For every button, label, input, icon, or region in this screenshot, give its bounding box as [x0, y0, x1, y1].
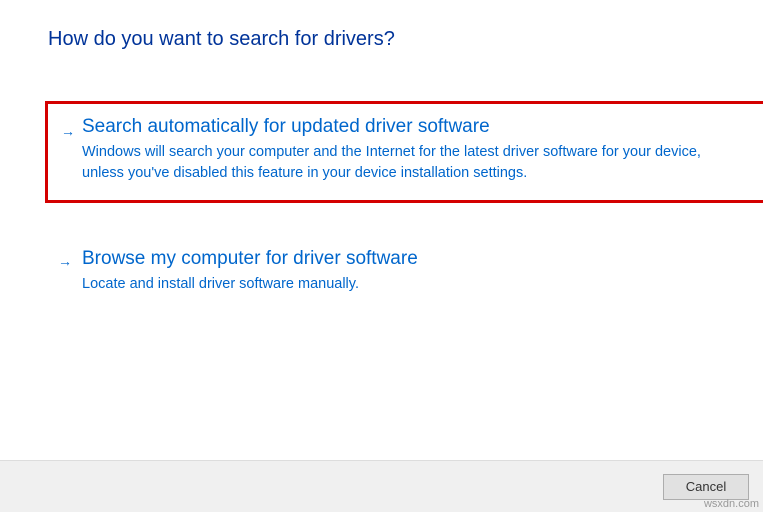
option-description: Windows will search your computer and th…: [82, 142, 712, 184]
watermark: wsxdn.com: [704, 498, 759, 510]
option-description: Locate and install driver software manua…: [82, 274, 695, 295]
footer-bar: Cancel: [0, 460, 763, 512]
option-browse-computer[interactable]: → Browse my computer for driver software…: [48, 236, 715, 311]
arrow-right-icon: →: [61, 124, 75, 138]
cancel-button[interactable]: Cancel: [663, 474, 749, 500]
option-title: Search automatically for updated driver …: [82, 116, 712, 138]
option-title: Browse my computer for driver software: [82, 248, 695, 270]
page-heading: How do you want to search for drivers?: [48, 28, 715, 51]
arrow-right-icon: →: [58, 254, 72, 268]
option-search-automatically[interactable]: → Search automatically for updated drive…: [45, 101, 763, 203]
